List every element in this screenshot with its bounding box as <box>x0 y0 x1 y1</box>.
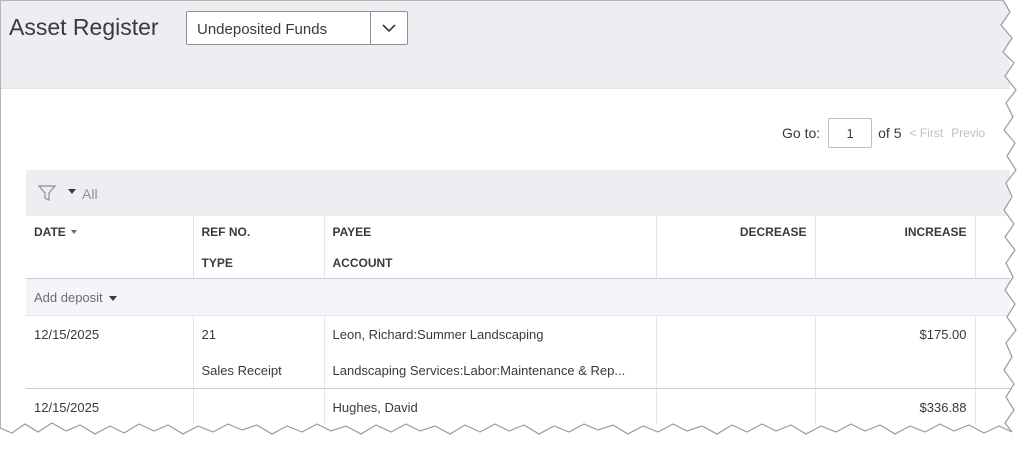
header-row-1: DATE REF NO. PAYEE DECREASE INCREASE <box>26 216 1010 247</box>
row-decrease <box>656 315 816 352</box>
column-header-extra <box>975 216 1010 247</box>
row-ref-no <box>193 388 325 425</box>
table-row[interactable]: 12/15/2025 21 Leon, Richard:Summer Lands… <box>26 315 1010 353</box>
column-header-increase-sub <box>815 247 976 279</box>
column-header-ref-no[interactable]: REF NO. <box>193 216 325 247</box>
page-title: Asset Register <box>9 14 159 40</box>
column-header-increase[interactable]: INCREASE <box>815 216 976 247</box>
filter-funnel-icon[interactable] <box>37 185 57 207</box>
row-date-sub <box>26 352 194 389</box>
header-row-2: TYPE ACCOUNT <box>26 247 1010 279</box>
goto-label: Go to: <box>782 125 821 141</box>
row-increase: $336.88 <box>815 388 976 425</box>
filter-value[interactable]: All <box>82 186 98 202</box>
add-deposit-button[interactable]: Add deposit <box>26 278 1010 316</box>
column-header-type[interactable]: TYPE <box>193 247 325 279</box>
column-header-date[interactable]: DATE <box>26 216 194 247</box>
row-date: 12/15/2025 <box>26 388 194 425</box>
row-extra <box>975 316 1010 353</box>
previous-page-link[interactable]: Previo <box>951 126 985 140</box>
column-header-account[interactable]: ACCOUNT <box>324 247 657 279</box>
asset-register-page: Asset Register Undeposited Funds Go to: … <box>0 0 1024 466</box>
row-date: 12/15/2025 <box>26 315 194 352</box>
caret-down-icon <box>108 295 117 301</box>
column-header-decrease-sub <box>656 247 816 279</box>
column-header-extra-sub <box>975 247 1010 279</box>
row-extra <box>975 389 1010 426</box>
add-deposit-row: Add deposit <box>26 278 1010 316</box>
column-header-date-sub <box>26 247 194 279</box>
column-header-decrease[interactable]: DECREASE <box>656 216 816 247</box>
first-page-link[interactable]: < First <box>910 126 944 140</box>
row-decrease <box>656 388 816 425</box>
pagination: Go to: of 5 < First Previo <box>782 118 985 148</box>
row-increase: $175.00 <box>815 315 976 352</box>
page-number-input[interactable] <box>828 118 873 148</box>
account-dropdown[interactable]: Undeposited Funds <box>186 11 408 45</box>
row-payee: Hughes, David <box>324 388 657 425</box>
page-count: of 5 <box>878 125 902 141</box>
account-dropdown-value: Undeposited Funds <box>197 21 328 38</box>
row-ref-no: 21 <box>193 315 325 352</box>
row-decrease-sub <box>656 352 816 389</box>
column-header-payee[interactable]: PAYEE <box>324 216 657 247</box>
row-extra-sub <box>975 352 1010 389</box>
chevron-down-icon[interactable] <box>370 12 407 44</box>
filter-bar: All <box>26 170 1010 216</box>
row-payee: Leon, Richard:Summer Landscaping <box>324 315 657 352</box>
sort-caret-icon <box>70 230 77 235</box>
register-table: DATE REF NO. PAYEE DECREASE INCREASE TYP… <box>26 216 1010 425</box>
register-header: Asset Register Undeposited Funds <box>0 0 1010 89</box>
row-account: Landscaping Services:Labor:Maintenance &… <box>324 352 657 389</box>
table-row[interactable]: 12/15/2025 Hughes, David $336.88 <box>26 388 1010 426</box>
add-deposit-label: Add deposit <box>34 289 103 305</box>
filter-caret-icon[interactable] <box>68 189 76 194</box>
date-header-label: DATE <box>34 224 66 239</box>
table-row-detail[interactable]: Sales Receipt Landscaping Services:Labor… <box>26 352 1010 389</box>
row-type: Sales Receipt <box>193 352 325 389</box>
row-increase-sub <box>815 352 976 389</box>
